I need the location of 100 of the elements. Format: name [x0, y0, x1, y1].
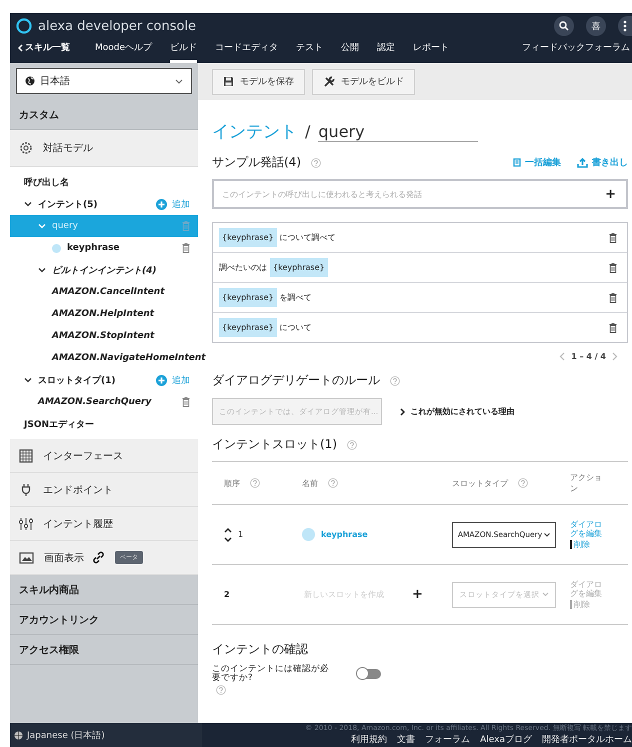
utterance-field[interactable]: このインテントの呼び出しに使われると考えられる発話 +: [212, 179, 628, 209]
tree-item-label: スロットタイプ(1): [38, 374, 116, 386]
caret-icon: [544, 532, 550, 536]
help-icon[interactable]: [216, 684, 226, 695]
column-header: 名前: [302, 478, 318, 488]
sliders-icon: [19, 516, 33, 530]
nav-tab[interactable]: 認定: [377, 41, 396, 63]
gear-icon: [19, 141, 33, 155]
help-icon[interactable]: [328, 478, 338, 488]
tree-item[interactable]: JSONエディター: [10, 413, 198, 435]
page-indicator: 1 – 4 / 4: [571, 352, 606, 361]
previous-page-icon[interactable]: [559, 352, 566, 361]
sidebar-section[interactable]: カスタム: [10, 100, 198, 130]
document-icon: [513, 158, 521, 167]
trash-icon[interactable]: [609, 292, 617, 302]
footer-link[interactable]: 開発者ポータルホーム: [542, 733, 632, 746]
footer-link[interactable]: 利用規約: [351, 733, 388, 746]
sidebar-item-label: インテント履歴: [43, 518, 113, 530]
nav-tab[interactable]: コードエディタ: [215, 41, 278, 63]
tree-item-label: AMAZON.HelpIntent: [52, 309, 154, 319]
footer-link[interactable]: Alexaブログ: [480, 733, 532, 746]
caret-icon: [542, 592, 548, 597]
nav-tab[interactable]: テスト: [296, 41, 324, 63]
link-icon: [92, 551, 105, 564]
tree-item[interactable]: 呼び出し名: [10, 171, 198, 193]
tree-item[interactable]: AMAZON.CancelIntent: [10, 281, 198, 303]
trash-icon[interactable]: [609, 322, 617, 332]
toolbar-button[interactable]: モデルを保存: [212, 68, 305, 94]
section-heading: サンプル発話(4): [212, 154, 301, 171]
next-page-icon[interactable]: [612, 352, 618, 361]
plus-circle-icon: [156, 198, 167, 210]
chevron-icon: [24, 377, 32, 383]
nav-tab[interactable]: 公開: [341, 41, 360, 63]
sidebar-section[interactable]: アクセス権限: [10, 635, 198, 665]
nav-tab[interactable]: レポート: [413, 41, 450, 63]
tree-item-label: JSONエディター: [24, 418, 94, 430]
trash-icon[interactable]: [182, 243, 190, 253]
reorder-icon[interactable]: [224, 528, 232, 542]
tree-item[interactable]: AMAZON.SearchQuery: [10, 391, 198, 413]
tree-item-label: ビルトインインテント(4): [52, 264, 156, 276]
confirm-question: このインテントには確認が必要ですか?: [212, 665, 330, 684]
tree-item[interactable]: ビルトインインテント(4): [10, 259, 198, 281]
confirm-toggle[interactable]: [357, 669, 381, 680]
tree-item[interactable]: keyphrase: [10, 237, 198, 259]
plug-icon: [19, 482, 33, 496]
trash-icon[interactable]: [609, 232, 617, 242]
utterance-text: {keyphrase} について調べて: [219, 228, 336, 247]
tools-icon: [323, 76, 335, 88]
sidebar-section[interactable]: スキル内商品: [10, 575, 198, 605]
tree-item-label: query: [52, 221, 78, 231]
search-button[interactable]: [554, 16, 574, 36]
sidebar-item-label: 画面表示: [44, 552, 84, 564]
column-header: 順序: [224, 478, 240, 488]
add-utterance-button[interactable]: +: [605, 186, 616, 202]
language-select[interactable]: 日本語: [16, 68, 192, 94]
more-button[interactable]: [618, 16, 632, 36]
feedback-link[interactable]: フィードバックフォーラム: [522, 41, 630, 63]
globe-icon: [25, 76, 35, 86]
nav-tab[interactable]: Moodeヘルプ: [95, 41, 152, 63]
column-header: スロットタイプ: [452, 478, 508, 488]
sidebar-item[interactable]: エンドポイント: [10, 473, 198, 507]
sidebar-item[interactable]: インテント履歴: [10, 507, 198, 541]
toolbar-button[interactable]: モデルをビルド: [312, 68, 415, 94]
tree-item[interactable]: スロットタイプ(1) 追加: [10, 369, 198, 391]
sidebar-item-label: 対話モデル: [43, 142, 93, 155]
avatar-button[interactable]: 喜: [586, 16, 606, 36]
slot-dot: [52, 244, 61, 252]
more-icon: [623, 20, 627, 32]
column-header: アクション: [570, 472, 603, 494]
help-icon[interactable]: [347, 440, 357, 450]
upload-icon: [577, 158, 588, 168]
globe-icon: [14, 730, 23, 740]
add-slot-button[interactable]: +: [412, 587, 423, 602]
plus-circle-icon: [156, 374, 167, 386]
trash-icon[interactable]: [609, 262, 617, 272]
utterance-text: 調べたいのは {keyphrase}: [219, 258, 328, 277]
tree-item-label: AMAZON.StopIntent: [52, 331, 154, 341]
help-icon[interactable]: [390, 376, 400, 386]
help-icon[interactable]: [311, 158, 321, 168]
sidebar-item[interactable]: 対話モデル: [10, 130, 198, 167]
tree-item[interactable]: AMAZON.StopIntent: [10, 325, 198, 347]
back-link[interactable]: スキル一覧: [18, 41, 70, 63]
footer-link[interactable]: 文書: [397, 733, 416, 746]
help-icon[interactable]: [518, 478, 528, 488]
footer-link[interactable]: フォーラム: [425, 733, 470, 746]
chevron-icon: [38, 267, 46, 273]
trash-icon[interactable]: [182, 397, 190, 407]
utterance-text: {keyphrase} について: [219, 318, 312, 337]
sidebar-item[interactable]: インターフェース: [10, 439, 198, 473]
chevron-icon: [24, 201, 32, 207]
tree-item-label: 呼び出し名: [24, 176, 69, 188]
help-icon[interactable]: [250, 478, 260, 488]
app-title: alexa developer console: [38, 18, 196, 34]
tree-item[interactable]: インテント(5) 追加: [10, 193, 198, 215]
slot-order: 1: [238, 530, 244, 539]
tree-item[interactable]: AMAZON.HelpIntent: [10, 303, 198, 325]
sidebar-section[interactable]: アカウントリンク: [10, 605, 198, 635]
path-separator: /: [305, 122, 310, 141]
section-heading: インテントスロット(1): [212, 436, 337, 453]
back-chevron-icon: [18, 44, 23, 52]
